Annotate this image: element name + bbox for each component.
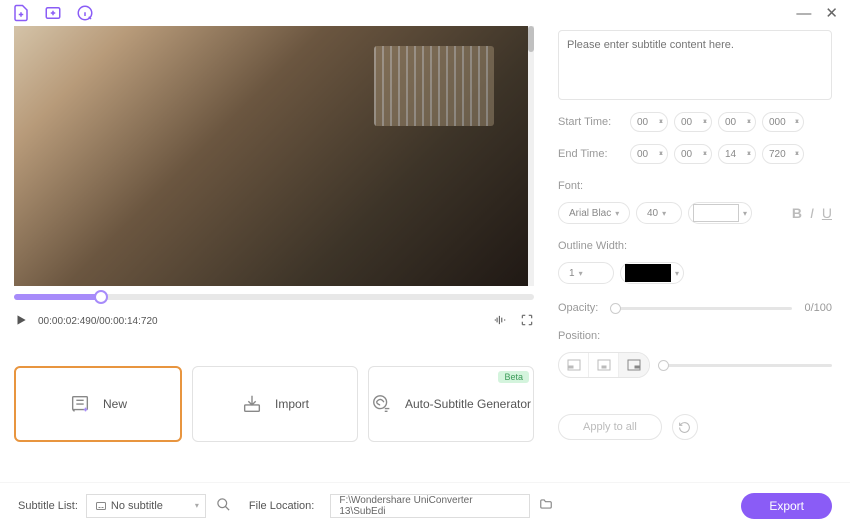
fullscreen-icon[interactable] [520,313,534,330]
auto-subtitle-label: Auto-Subtitle Generator [405,397,531,411]
minimize-button[interactable]: — [796,6,811,21]
subtitle-textarea-container [558,30,832,100]
font-color-select[interactable]: ▾ [688,202,752,224]
add-subtitle-icon[interactable] [76,4,94,22]
file-location-path[interactable]: F:\Wondershare UniConverter 13\SubEdi [330,494,530,518]
font-label: Font: [558,180,832,192]
file-location-label: File Location: [249,500,314,512]
video-scrollbar[interactable] [528,26,534,286]
import-icon [241,393,263,415]
apply-all-button[interactable]: Apply to all [558,414,662,440]
beta-badge: Beta [498,371,529,383]
end-sec-spinner[interactable]: 14▲▼ [718,144,756,164]
timecode: 00:00:02:490/00:00:14:720 [38,316,158,327]
outline-label: Outline Width: [558,240,832,252]
new-card[interactable]: New [14,366,182,442]
subtitle-list-select[interactable]: No subtitle ▾ [86,494,206,518]
outline-width-select[interactable]: 1▾ [558,262,614,284]
end-hour-spinner[interactable]: 00▲▼ [630,144,668,164]
refresh-button[interactable] [672,414,698,440]
new-icon [69,393,91,415]
position-right-button[interactable] [619,353,649,377]
auto-subtitle-icon [371,393,393,415]
end-time-label: End Time: [558,148,630,160]
outline-color-select[interactable]: ▾ [620,262,684,284]
folder-icon[interactable] [538,497,554,514]
title-bar: — ✕ [0,0,850,26]
start-ms-spinner[interactable]: 000▲▼ [762,112,804,132]
play-button[interactable] [14,313,28,330]
opacity-slider[interactable] [610,307,792,310]
start-sec-spinner[interactable]: 00▲▼ [718,112,756,132]
import-label: Import [275,397,309,411]
auto-subtitle-card[interactable]: Beta Auto-Subtitle Generator [368,366,534,442]
font-size-select[interactable]: 40▾ [636,202,682,224]
subtitle-textarea[interactable] [567,39,823,91]
add-video-icon[interactable] [44,4,62,22]
add-file-icon[interactable] [12,4,30,22]
waveform-icon[interactable] [492,313,508,330]
start-hour-spinner[interactable]: 00▲▼ [630,112,668,132]
end-min-spinner[interactable]: 00▲▼ [674,144,712,164]
close-button[interactable]: ✕ [825,6,838,21]
start-min-spinner[interactable]: 00▲▼ [674,112,712,132]
end-ms-spinner[interactable]: 720▲▼ [762,144,804,164]
underline-button[interactable]: U [822,205,832,221]
position-center-button[interactable] [589,353,619,377]
position-label: Position: [558,330,832,342]
search-icon[interactable] [216,497,231,515]
opacity-value: 0/100 [804,302,832,314]
position-slider[interactable] [658,364,832,367]
opacity-label: Opacity: [558,302,598,314]
export-button[interactable]: Export [741,493,832,519]
position-left-button[interactable] [559,353,589,377]
subtitle-list-label: Subtitle List: [18,500,78,512]
new-label: New [103,397,127,411]
bold-button[interactable]: B [792,205,802,221]
progress-slider[interactable] [14,294,534,300]
video-preview[interactable] [14,26,534,286]
italic-button[interactable]: I [810,205,814,221]
font-family-select[interactable]: Arial Blac▾ [558,202,630,224]
import-card[interactable]: Import [192,366,358,442]
start-time-label: Start Time: [558,116,630,128]
